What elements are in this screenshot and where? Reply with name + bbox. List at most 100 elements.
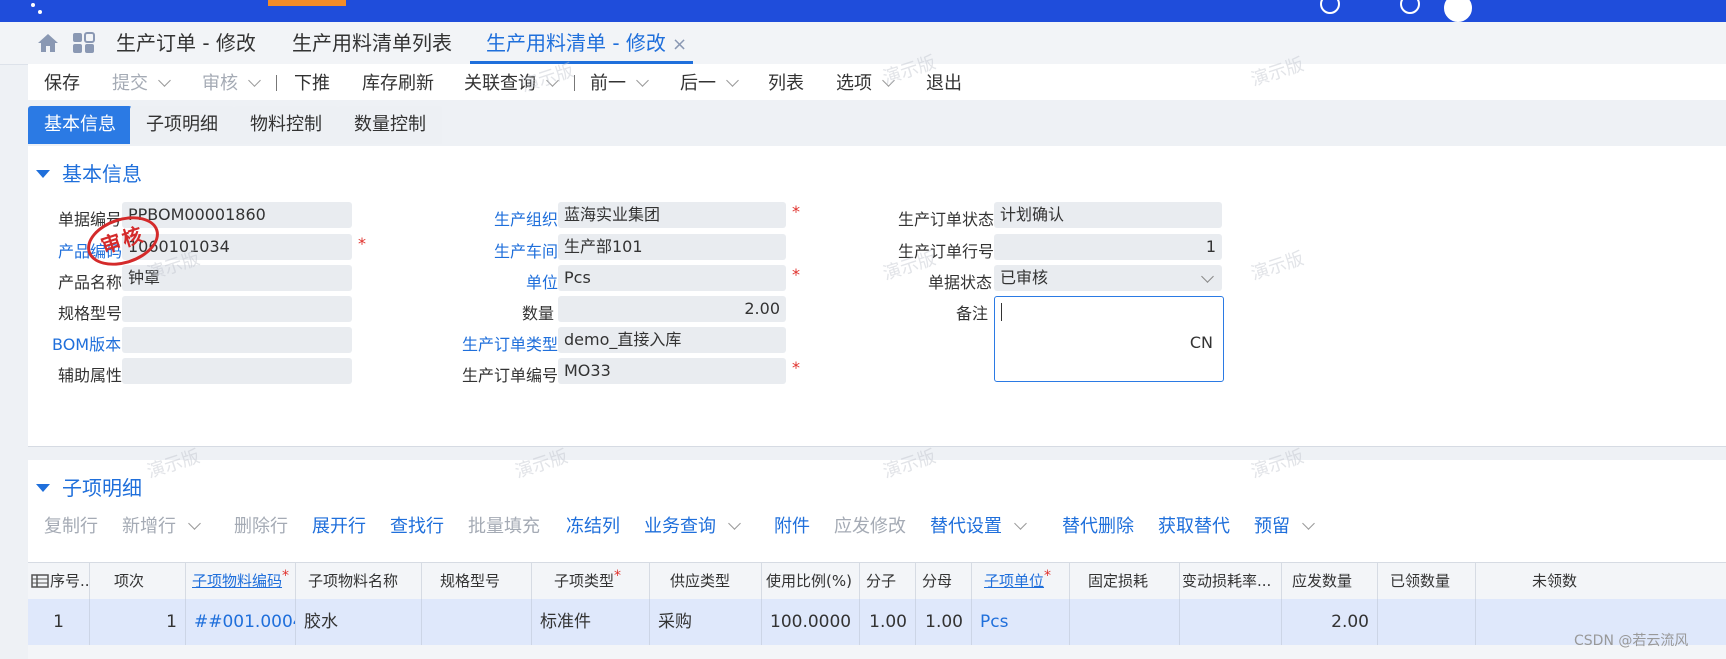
cell-item-type[interactable]: 标准件 <box>532 599 650 645</box>
column-header-usage-ratio[interactable]: 使用比例(%) <box>762 563 860 599</box>
mo-no-field[interactable]: MO33 <box>558 358 786 384</box>
remark-textarea[interactable]: CN <box>994 296 1224 382</box>
cell-variable-loss[interactable] <box>1180 599 1282 645</box>
prod-org-label[interactable]: 生产组织 <box>494 206 558 230</box>
previous-button[interactable]: 前一 <box>590 69 649 95</box>
mo-line-field[interactable]: 1 <box>994 234 1222 260</box>
cell-spec[interactable] <box>422 599 532 645</box>
workshop-field[interactable]: 生产部101 <box>558 234 786 260</box>
cell-seq[interactable]: 1 <box>28 599 90 645</box>
bill-no-field[interactable]: PPBOM00001860 <box>122 202 352 228</box>
sub-items-header[interactable]: 子项明细 <box>36 472 142 501</box>
required-mark: * <box>282 568 290 584</box>
basic-info-header[interactable]: 基本信息 <box>36 158 142 187</box>
avatar[interactable] <box>1444 0 1472 22</box>
tab-quantity-control[interactable]: 数量控制 <box>338 106 442 144</box>
workshop-label[interactable]: 生产车间 <box>494 238 558 262</box>
issue-modify-button[interactable]: 应发修改 <box>834 512 906 538</box>
cell-unit[interactable]: Pcs <box>972 599 1070 645</box>
cell-usage-ratio[interactable]: 100.0000 <box>762 599 860 645</box>
find-row-button[interactable]: 查找行 <box>390 512 444 538</box>
tab-sub-items[interactable]: 子项明细 <box>130 106 234 144</box>
mo-type-label[interactable]: 生产订单类型 <box>462 331 558 355</box>
cell-item[interactable]: 1 <box>90 599 186 645</box>
list-button[interactable]: 列表 <box>768 69 804 95</box>
exit-button[interactable]: 退出 <box>926 69 962 95</box>
column-header-picked-qty[interactable]: 已领数量 <box>1378 563 1476 599</box>
column-header-unpicked-qty[interactable]: 未领数 <box>1476 563 1726 599</box>
business-query-button[interactable]: 业务查询 <box>644 512 741 538</box>
stock-refresh-button[interactable]: 库存刷新 <box>362 69 434 95</box>
column-header-item-type[interactable]: 子项类型* <box>532 563 650 599</box>
get-substitute-button[interactable]: 获取替代 <box>1158 512 1230 538</box>
column-settings-icon[interactable] <box>31 574 49 588</box>
reserve-button[interactable]: 预留 <box>1254 512 1315 538</box>
chevron-down-icon <box>728 517 741 530</box>
expand-row-button[interactable]: 展开行 <box>312 512 366 538</box>
unit-label[interactable]: 单位 <box>526 269 558 293</box>
main-toolbar: 保存 提交 审核 下推 库存刷新 关联查询 前一 后一 列表 选项 退出 <box>28 64 1726 100</box>
options-button[interactable]: 选项 <box>836 69 895 95</box>
column-header-supply-type[interactable]: 供应类型 <box>650 563 762 599</box>
delete-row-button[interactable]: 删除行 <box>234 512 288 538</box>
column-header-material-code[interactable]: 子项物料编码* <box>186 563 296 599</box>
help-icon[interactable] <box>1400 0 1420 14</box>
audit-button[interactable]: 审核 <box>202 69 261 95</box>
tab-production-order-edit[interactable]: 生产订单 - 修改 <box>116 22 256 64</box>
qty-field[interactable]: 2.00 <box>558 296 786 322</box>
push-down-button[interactable]: 下推 <box>294 69 330 95</box>
cell-picked-qty[interactable] <box>1378 599 1476 645</box>
unit-field[interactable]: Pcs <box>558 265 786 291</box>
cell-issue-qty[interactable]: 2.00 <box>1282 599 1378 645</box>
cell-material-code[interactable]: ##001.0004 <box>186 599 296 645</box>
cell-fixed-loss[interactable] <box>1070 599 1180 645</box>
substitute-delete-button[interactable]: 替代删除 <box>1062 512 1134 538</box>
column-header-issue-qty[interactable]: 应发数量 <box>1282 563 1378 599</box>
tab-ppbom-edit[interactable]: 生产用料清单 - 修改 × <box>470 22 694 64</box>
product-name-field[interactable]: 钟罩 <box>122 265 352 291</box>
column-header-unit[interactable]: 子项单位* <box>972 563 1070 599</box>
doc-status-select[interactable]: 已审核 <box>994 265 1222 291</box>
apps-icon[interactable] <box>72 32 96 54</box>
home-icon[interactable] <box>36 32 60 54</box>
bom-version-label[interactable]: BOM版本 <box>52 331 121 355</box>
save-button[interactable]: 保存 <box>44 69 80 95</box>
cell-denominator[interactable]: 1.00 <box>916 599 972 645</box>
column-header-spec[interactable]: 规格型号 <box>422 563 532 599</box>
mo-status-field[interactable]: 计划确认 <box>994 202 1222 228</box>
language-indicator[interactable]: CN <box>1190 333 1213 352</box>
close-icon[interactable]: × <box>672 34 687 55</box>
next-button[interactable]: 后一 <box>680 69 739 95</box>
cell-material-name[interactable]: 胶水 <box>296 599 422 645</box>
substitute-settings-label: 替代设置 <box>930 516 1002 537</box>
page-tab-row: 生产订单 - 修改 生产用料清单列表 生产用料清单 - 修改 × <box>0 22 1726 65</box>
attachment-button[interactable]: 附件 <box>774 512 810 538</box>
tab-material-control[interactable]: 物料控制 <box>234 106 338 144</box>
table-row[interactable]: 1 1 ##001.0004 胶水 标准件 采购 100.0000 1.00 1… <box>28 599 1726 645</box>
column-header-numerator[interactable]: 分子 <box>860 563 916 599</box>
column-header-variable-loss[interactable]: 变动损耗率... <box>1180 563 1282 599</box>
freeze-column-button[interactable]: 冻结列 <box>566 512 620 538</box>
spec-field[interactable] <box>122 296 352 322</box>
related-query-button[interactable]: 关联查询 <box>464 69 559 95</box>
column-header-material-name[interactable]: 子项物料名称 <box>296 563 422 599</box>
submit-label: 提交 <box>112 73 148 94</box>
search-icon[interactable] <box>1320 0 1340 14</box>
bom-version-field[interactable] <box>122 327 352 353</box>
tab-ppbom-list[interactable]: 生产用料清单列表 <box>292 22 452 64</box>
submit-button[interactable]: 提交 <box>112 69 171 95</box>
batch-fill-button[interactable]: 批量填充 <box>468 512 540 538</box>
aux-attr-field[interactable] <box>122 358 352 384</box>
mo-type-field[interactable]: demo_直接入库 <box>558 327 786 353</box>
collapse-triangle-icon <box>36 170 50 178</box>
prod-org-field[interactable]: 蓝海实业集团 <box>558 202 786 228</box>
cell-supply-type[interactable]: 采购 <box>650 599 762 645</box>
add-row-button[interactable]: 新增行 <box>122 512 201 538</box>
copy-row-button[interactable]: 复制行 <box>44 512 98 538</box>
column-header-fixed-loss[interactable]: 固定损耗 <box>1070 563 1180 599</box>
substitute-settings-button[interactable]: 替代设置 <box>930 512 1027 538</box>
column-header-denominator[interactable]: 分母 <box>916 563 972 599</box>
cell-numerator[interactable]: 1.00 <box>860 599 916 645</box>
tab-basic-info[interactable]: 基本信息 <box>28 106 132 144</box>
column-header-item[interactable]: 项次 <box>90 563 186 599</box>
